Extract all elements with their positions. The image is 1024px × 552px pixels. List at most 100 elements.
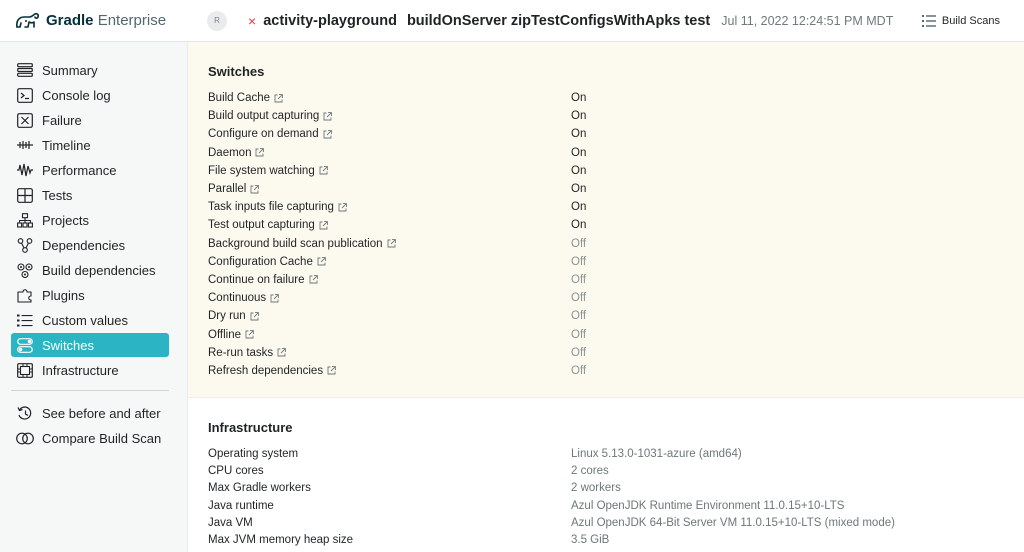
gradle-elephant-icon [16,12,40,28]
switch-name-link[interactable]: File system watching [208,165,315,177]
switch-row: Background build scan publication Off [208,235,1024,253]
sidebar-item-dependencies[interactable]: Dependencies [11,233,169,257]
infrastructure-value: 3.5 GiB [571,534,610,547]
switch-row: Re-run tasks Off [208,344,1024,362]
avatar[interactable]: R [207,10,227,31]
custom-values-icon [16,311,34,329]
sidebar-item-console-log[interactable]: Console log [11,83,169,107]
timeline-icon [16,136,34,154]
infrastructure-value: Azul OpenJDK 64-Bit Server VM 11.0.15+10… [571,516,895,529]
switch-name: Background build scan publication [208,238,571,250]
switch-name-link[interactable]: Re-run tasks [208,347,273,359]
dependencies-icon [16,236,34,254]
switch-name-link[interactable]: Background build scan publication [208,238,383,250]
sidebar-item-label: Failure [42,112,82,128]
sidebar-divider [11,390,169,391]
switch-value: Off [571,255,587,268]
infrastructure-icon [16,361,34,379]
sidebar-item-infrastructure[interactable]: Infrastructure [11,358,169,382]
switch-row: Configure on demand On [208,125,1024,143]
switch-name-link[interactable]: Task inputs file capturing [208,201,334,213]
infrastructure-row: Operating system Linux 5.13.0-1031-azure … [208,445,1024,462]
sidebar-item-label: Projects [42,212,89,228]
switch-name-link[interactable]: Dry run [208,310,246,322]
sidebar-item-performance[interactable]: Performance [11,158,169,182]
switch-name-link[interactable]: Refresh dependencies [208,365,323,377]
switch-name-link[interactable]: Offline [208,329,241,341]
sidebar-item-timeline[interactable]: Timeline [11,133,169,157]
external-link-icon[interactable] [309,275,318,284]
sidebar-item-tests[interactable]: Tests [11,183,169,207]
external-link-icon[interactable] [327,366,336,375]
sidebar-item-plugins[interactable]: Plugins [11,283,169,307]
switch-name: Dry run [208,310,571,322]
switch-name: Offline [208,329,571,341]
external-link-icon[interactable] [319,221,328,230]
switch-name: Daemon [208,147,571,159]
sidebar-item-custom-values[interactable]: Custom values [11,308,169,332]
switch-name-link[interactable]: Configure on demand [208,128,319,140]
sidebar-item-see-before-and-after[interactable]: See before and after [11,401,169,425]
switch-row: Build output capturing On [208,107,1024,125]
tests-icon [16,186,34,204]
switch-name: File system watching [208,165,571,177]
external-link-icon[interactable] [319,166,328,175]
sidebar-item-label: Tests [42,187,73,203]
switch-name-link[interactable]: Daemon [208,147,251,159]
console-icon [16,86,34,104]
infrastructure-row: Java runtime Azul OpenJDK Runtime Environ… [208,497,1024,514]
switch-name: Configure on demand [208,128,571,140]
brand[interactable]: Gradle Enterprise [0,0,188,42]
external-link-icon[interactable] [250,184,260,194]
sidebar-item-failure[interactable]: Failure [11,108,169,132]
external-link-icon[interactable] [323,111,333,121]
sidebar-item-label: Performance [42,162,117,178]
infrastructure-name: CPU cores [208,464,264,477]
switch-name-link[interactable]: Continuous [208,292,266,304]
external-link-icon[interactable] [323,130,332,139]
switch-row: Refresh dependencies Off [208,362,1024,380]
switch-name: Configuration Cache [208,256,571,268]
brand-name: Gradle Enterprise [46,12,167,29]
switch-name-link[interactable]: Continue on failure [208,274,305,286]
external-link-icon[interactable] [338,202,347,212]
switch-row: Test output capturing On [208,216,1024,234]
switch-name-link[interactable]: Test output capturing [208,219,315,231]
build-scans-button[interactable]: Build Scans [921,10,1000,32]
switch-value: On [571,219,587,232]
build-timestamp: Jul 11, 2022 12:24:51 PM MDT [721,13,894,28]
external-link-icon[interactable] [387,239,396,248]
switch-row: Continuous Off [208,289,1024,307]
switch-name: Build output capturing [208,110,571,122]
infrastructure-row: CPU cores 2 cores [208,462,1024,479]
sidebar-item-compare-build-scan[interactable]: Compare Build Scan [11,426,169,450]
switch-name-link[interactable]: Parallel [208,183,246,195]
switch-name: Build Cache [208,92,571,104]
infrastructure-value: 2 workers [571,482,621,495]
switch-row: Parallel On [208,180,1024,198]
switch-name: Refresh dependencies [208,365,571,377]
infrastructure-name: Max JVM memory heap size [208,534,354,547]
switch-name-link[interactable]: Build output capturing [208,110,319,122]
external-link-icon[interactable] [277,348,287,357]
switch-name-link[interactable]: Configuration Cache [208,256,313,268]
switches-section: Switches Build Cache On Build output captu… [188,42,1024,397]
switch-row: Daemon On [208,144,1024,162]
sidebar-item-build-dependencies[interactable]: Build dependencies [11,258,169,282]
infrastructure-section: Infrastructure Operating system Linux 5.1… [188,397,1024,549]
sidebar-item-label: Timeline [42,137,91,153]
external-link-icon[interactable] [274,93,283,103]
external-link-icon[interactable] [250,311,259,321]
sidebar-item-projects[interactable]: Projects [11,208,169,232]
external-link-icon[interactable] [255,148,265,157]
sidebar-item-summary[interactable]: Summary [11,58,169,82]
external-link-icon[interactable] [317,257,326,266]
switch-name-link[interactable]: Build Cache [208,92,270,104]
infrastructure-row: Max JVM memory heap size 3.5 GiB [208,531,1024,548]
projects-icon [16,211,34,229]
switch-value: On [571,201,587,214]
external-link-icon[interactable] [245,330,254,339]
sidebar-item-switches[interactable]: Switches [11,333,169,357]
external-link-icon[interactable] [270,293,280,303]
project-name: activity-playground [263,12,397,29]
